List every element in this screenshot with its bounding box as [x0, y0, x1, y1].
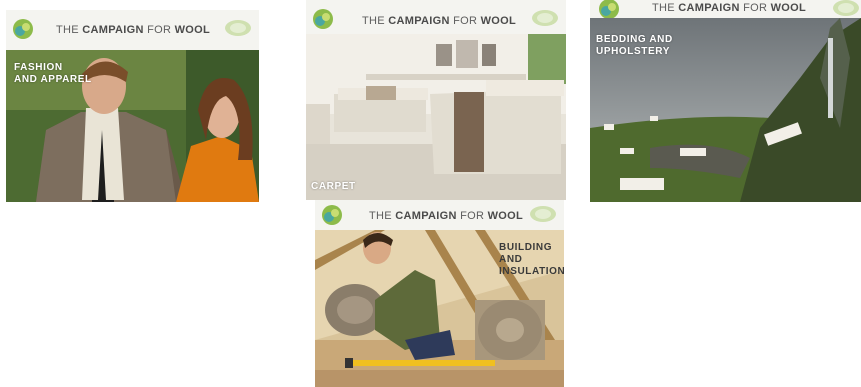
campaign-logo-icon — [13, 19, 33, 39]
campaign-card-building: THE CAMPAIGN FOR WOOL BUILDING AND INSUL… — [315, 200, 564, 387]
campaign-title: THE CAMPAIGN FOR WOOL — [369, 210, 524, 222]
campaign-logo-icon — [322, 205, 342, 225]
campaign-logo-icon — [313, 9, 333, 29]
campaign-card-carpet: THE CAMPAIGN FOR WOOL CARPET — [306, 0, 566, 200]
campaign-title: THE CAMPAIGN FOR WOOL — [652, 2, 807, 14]
sheep-icon — [530, 206, 556, 222]
panel-label: CARPET — [311, 181, 356, 192]
campaign-card-bedding: THE CAMPAIGN FOR WOOL BEDDING AND UPHOLST… — [590, 0, 861, 202]
campaign-header: THE CAMPAIGN FOR WOOL — [6, 10, 259, 50]
sheep-icon — [225, 20, 251, 36]
sheep-icon — [833, 0, 859, 16]
panel-label: BUILDING AND INSULATION — [499, 242, 564, 277]
campaign-card-fashion: THE CAMPAIGN FOR WOOL FASHION AND APPAREL — [6, 10, 259, 202]
panel-label: FASHION AND APPAREL — [14, 62, 92, 85]
campaign-header: THE CAMPAIGN FOR WOOL — [315, 200, 564, 230]
campaign-title: THE CAMPAIGN FOR WOOL — [56, 24, 211, 36]
sheep-icon — [532, 10, 558, 26]
carpet-photo — [306, 34, 566, 200]
campaign-header: THE CAMPAIGN FOR WOOL — [590, 0, 861, 19]
campaign-title: THE CAMPAIGN FOR WOOL — [362, 15, 517, 27]
campaign-logo-icon — [599, 0, 619, 19]
panel-label: BEDDING AND UPHOLSTERY — [596, 34, 673, 57]
